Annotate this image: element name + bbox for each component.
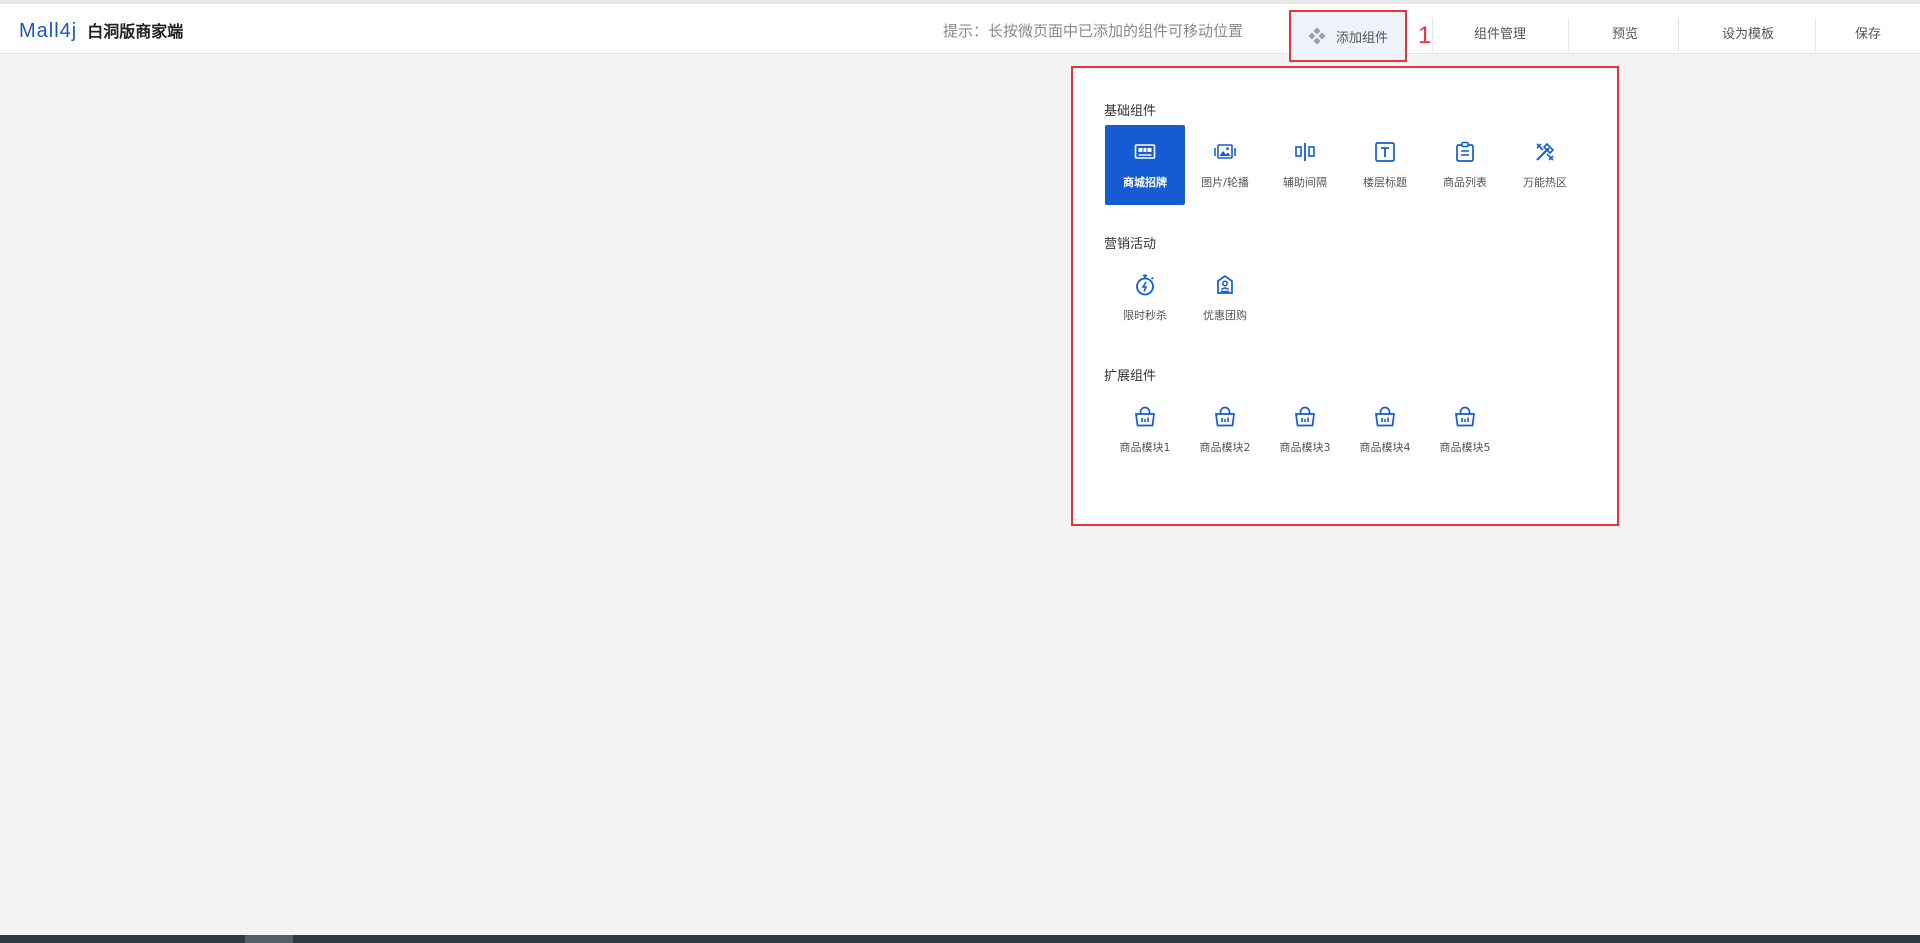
basket-icon: [1455, 406, 1475, 427]
save-button[interactable]: 保存: [1818, 12, 1918, 52]
component-manage-button[interactable]: 组件管理: [1435, 12, 1565, 52]
basket-icon: [1135, 406, 1155, 427]
component-image-carousel[interactable]: 图片/轮播: [1185, 125, 1265, 205]
hotspot-icon: [1536, 142, 1555, 161]
component-product-module-3[interactable]: 商品模块3: [1265, 390, 1345, 470]
component-label: 楼层标题: [1363, 176, 1407, 189]
taskbar: [0, 935, 1920, 943]
hint-text: 提示：长按微页面中已添加的组件可移动位置: [943, 22, 1244, 40]
component-spacer[interactable]: 辅助间隔: [1265, 125, 1345, 205]
app-subtitle: 白洞版商家端: [87, 22, 184, 41]
basket-icon: [1215, 406, 1235, 427]
divider: [1432, 18, 1433, 52]
product-list-icon: [1456, 141, 1474, 162]
divider: [1568, 18, 1569, 52]
component-label: 优惠团购: [1203, 309, 1247, 322]
divider: [1678, 18, 1679, 52]
top-toolbar: Mall4j 白洞版商家端 提示：长按微页面中已添加的组件可移动位置 添加组件 …: [0, 0, 1920, 62]
component-product-list[interactable]: 商品列表: [1425, 125, 1505, 205]
section-title-marketing: 营销活动: [1104, 237, 1157, 252]
component-label: 商品模块4: [1359, 441, 1411, 454]
add-component-label: 添加组件: [1335, 30, 1388, 46]
basket-icon: [1295, 406, 1315, 427]
add-component-button[interactable]: 添加组件: [1289, 10, 1407, 62]
section-title-extension: 扩展组件: [1104, 369, 1157, 384]
component-label: 商品模块1: [1119, 441, 1171, 454]
divider: [1815, 18, 1816, 52]
component-group-buy[interactable]: 优惠团购: [1185, 258, 1265, 338]
logo-mark: Mall4j: [19, 20, 78, 42]
step-annotation: 1: [1418, 22, 1432, 49]
taskbar-item[interactable]: [245, 935, 293, 943]
component-label: 图片/轮播: [1201, 176, 1249, 189]
component-store-sign[interactable]: 商城招牌: [1105, 125, 1185, 205]
component-product-module-2[interactable]: 商品模块2: [1185, 390, 1265, 470]
add-component-panel: 基础组件 商城招牌 图片/轮播 辅助间隔 楼层标题 商品列表 万能热区 营销活动…: [1071, 66, 1619, 526]
component-label: 商城招牌: [1123, 176, 1167, 189]
component-product-module-5[interactable]: 商品模块5: [1425, 390, 1505, 470]
component-product-module-4[interactable]: 商品模块4: [1345, 390, 1425, 470]
component-label: 商品模块5: [1439, 441, 1491, 454]
component-floor-title[interactable]: 楼层标题: [1345, 125, 1425, 205]
component-label: 商品列表: [1443, 176, 1487, 189]
spacer-icon: [1295, 143, 1315, 161]
components-icon: [1308, 27, 1326, 45]
component-label: 万能热区: [1523, 176, 1567, 189]
image-carousel-icon: [1214, 144, 1236, 159]
component-flash-sale[interactable]: 限时秒杀: [1105, 258, 1185, 338]
component-label: 商品模块2: [1199, 441, 1251, 454]
stopwatch-flash-icon: [1136, 274, 1154, 296]
component-label: 辅助间隔: [1283, 176, 1327, 189]
component-label: 商品模块3: [1279, 441, 1331, 454]
group-buy-icon: [1217, 274, 1233, 294]
section-title-basic: 基础组件: [1104, 104, 1157, 119]
logo: Mall4j 白洞版商家端: [19, 18, 183, 43]
component-hotspot[interactable]: 万能热区: [1505, 125, 1585, 205]
basket-icon: [1375, 406, 1395, 427]
text-title-icon: [1375, 142, 1395, 162]
component-product-module-1[interactable]: 商品模块1: [1105, 390, 1185, 470]
store-sign-icon: [1134, 144, 1156, 159]
set-template-button[interactable]: 设为模板: [1681, 12, 1815, 52]
component-label: 限时秒杀: [1123, 309, 1167, 322]
preview-button[interactable]: 预览: [1571, 12, 1679, 52]
